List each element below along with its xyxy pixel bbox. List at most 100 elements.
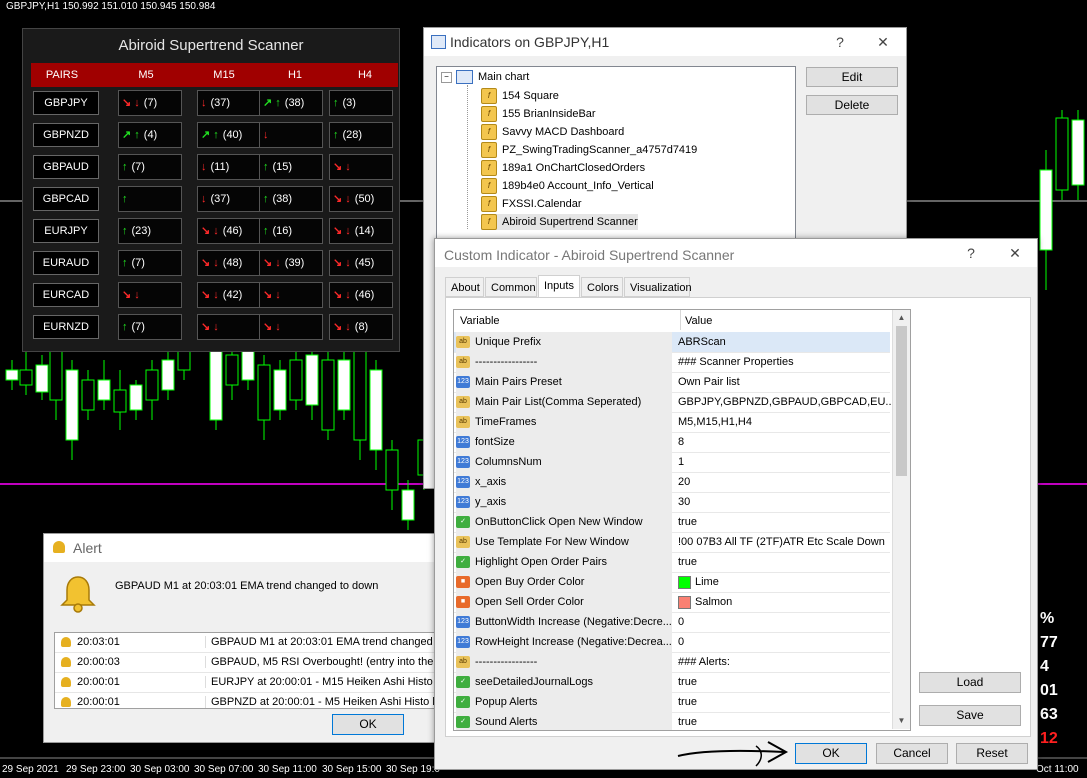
signal-cell[interactable]: ↑ (7) <box>118 314 182 340</box>
input-value[interactable]: true <box>674 552 892 572</box>
input-row[interactable]: ✓ Highlight Open Order Pairs true <box>454 552 890 573</box>
input-value[interactable]: GBPJPY,GBPNZD,GBPAUD,GBPCAD,EU... <box>674 392 892 412</box>
input-value[interactable]: true <box>674 672 892 692</box>
alert-history-row[interactable]: 20:00:01 EURJPY at 20:00:01 - M15 Heiken … <box>55 673 441 693</box>
pair-button-eurcad[interactable]: EURCAD <box>33 283 99 307</box>
signal-cell[interactable]: ↑ (23) <box>118 218 182 244</box>
signal-cell[interactable]: ↓ (37) <box>197 90 261 116</box>
alert-history-row[interactable]: 20:00:01 GBPNZD at 20:00:01 - M5 Heiken A… <box>55 693 441 708</box>
input-value[interactable]: 8 <box>674 432 892 452</box>
input-value[interactable]: !00 07B3 All TF (2TF)ATR Etc Scale Down <box>674 532 892 552</box>
signal-cell[interactable]: ↘ ↓ (48) <box>197 250 261 276</box>
custom-indicator-titlebar[interactable]: Custom Indicator - Abiroid Supertrend Sc… <box>435 239 1037 267</box>
delete-button[interactable]: Delete <box>806 95 898 115</box>
pair-button-gbpcad[interactable]: GBPCAD <box>33 187 99 211</box>
tree-item-indicator[interactable]: f 189b4e0 Account_Info_Vertical <box>481 178 654 194</box>
input-row[interactable]: 123 y_axis 30 <box>454 492 890 513</box>
collapse-icon[interactable]: − <box>441 71 452 83</box>
signal-cell[interactable]: ↗ ↑ (38) <box>259 90 323 116</box>
input-row[interactable]: 123 RowHeight Increase (Negative:Decrea..… <box>454 632 890 653</box>
input-row[interactable]: ✓ Popup Alerts true <box>454 692 890 713</box>
input-value[interactable]: 30 <box>674 492 892 512</box>
save-button[interactable]: Save <box>919 705 1021 726</box>
help-button[interactable]: ? <box>959 243 983 263</box>
signal-cell[interactable]: ↑ (7) <box>118 250 182 276</box>
tree-item-indicator[interactable]: f Savvy MACD Dashboard <box>481 124 624 140</box>
signal-cell[interactable]: ↑ (16) <box>259 218 323 244</box>
pair-button-eurnzd[interactable]: EURNZD <box>33 315 99 339</box>
inputs-grid[interactable]: Variable Value ab Unique Prefix ABRScan ab -… <box>453 309 911 731</box>
input-row[interactable]: ab Use Template For New Window !00 07B3 Al… <box>454 532 890 553</box>
input-row[interactable]: ab ----------------- ### Scanner Propertie… <box>454 352 890 373</box>
signal-cell[interactable]: ↘ ↓ (50) <box>329 186 393 212</box>
input-row[interactable]: ab Main Pair List(Comma Seperated) GBPJPY,… <box>454 392 892 413</box>
help-button[interactable]: ? <box>828 32 852 52</box>
signal-cell[interactable]: ↓ <box>259 122 323 148</box>
signal-cell[interactable]: ↘ ↓ <box>259 282 323 308</box>
tab-visualization[interactable]: Visualization <box>624 277 692 297</box>
tab-common[interactable]: Common <box>485 277 537 297</box>
input-row[interactable]: ■ Open Sell Order Color Salmon <box>454 592 890 613</box>
input-row[interactable]: 123 x_axis 20 <box>454 472 890 493</box>
signal-cell[interactable]: ↑ (15) <box>259 154 323 180</box>
signal-cell[interactable]: ↘ ↓ (42) <box>197 282 261 308</box>
signal-cell[interactable]: ↘ ↓ (46) <box>197 218 261 244</box>
signal-cell[interactable]: ↑ (3) <box>329 90 393 116</box>
tree-item-indicator[interactable]: f PZ_SwingTradingScanner_a4757d7419 <box>481 142 697 158</box>
pair-button-eurjpy[interactable]: EURJPY <box>33 219 99 243</box>
signal-cell[interactable]: ↑ (28) <box>329 122 393 148</box>
tree-item-indicator[interactable]: f FXSSI.Calendar <box>481 196 581 212</box>
input-value[interactable]: 0 <box>674 632 892 652</box>
signal-cell[interactable]: ↓ (37) <box>197 186 261 212</box>
load-button[interactable]: Load <box>919 672 1021 693</box>
scroll-thumb[interactable] <box>896 326 907 476</box>
edit-button[interactable]: Edit <box>806 67 898 87</box>
tab-about[interactable]: About <box>445 277 484 297</box>
close-button[interactable]: ✕ <box>871 32 895 52</box>
tab-colors[interactable]: Colors <box>581 277 623 297</box>
signal-cell[interactable]: ↗ ↑ (40) <box>197 122 261 148</box>
indicators-titlebar[interactable]: Indicators on GBPJPY,H1 ? ✕ <box>424 28 906 56</box>
signal-cell[interactable]: ↘ ↓ (45) <box>329 250 393 276</box>
signal-cell[interactable]: ↘ ↓ (7) <box>118 90 182 116</box>
reset-button[interactable]: Reset <box>956 743 1028 764</box>
signal-cell[interactable]: ↘ ↓ (39) <box>259 250 323 276</box>
signal-cell[interactable]: ↓ (11) <box>197 154 261 180</box>
alert-history-row[interactable]: 20:03:01 GBPAUD M1 at 20:03:01 EMA trend … <box>55 633 441 653</box>
pair-button-gbpnzd[interactable]: GBPNZD <box>33 123 99 147</box>
input-row[interactable]: ✓ seeDetailedJournalLogs true <box>454 672 890 693</box>
alert-history-row[interactable]: 20:00:03 GBPAUD, M5 RSI Overbought! (entr… <box>55 653 441 673</box>
input-row[interactable]: 123 Main Pairs Preset Own Pair list <box>454 372 890 393</box>
alert-ok-button[interactable]: OK <box>332 714 404 735</box>
input-value[interactable]: 20 <box>674 472 892 492</box>
input-value[interactable]: 1 <box>674 452 892 472</box>
signal-cell[interactable]: ↑ <box>118 186 182 212</box>
pair-button-gbpjpy[interactable]: GBPJPY <box>33 91 99 115</box>
input-row[interactable]: ✓ OnButtonClick Open New Window true <box>454 512 890 533</box>
tab-inputs[interactable]: Inputs <box>538 275 580 298</box>
tree-item-indicator[interactable]: f 155 BrianInsideBar <box>481 106 596 122</box>
signal-cell[interactable]: ↘ ↓ <box>197 314 261 340</box>
signal-cell[interactable]: ↗ ↑ (4) <box>118 122 182 148</box>
tree-item-indicator[interactable]: f 154 Square <box>481 88 559 104</box>
input-row[interactable]: ab ----------------- ### Alerts: <box>454 652 890 673</box>
input-row[interactable]: ab Unique Prefix ABRScan <box>454 332 890 353</box>
tree-item-indicator[interactable]: f 189a1 OnChartClosedOrders <box>481 160 645 176</box>
input-value[interactable]: M5,M15,H1,H4 <box>674 412 892 432</box>
input-row[interactable]: ■ Open Buy Order Color Lime <box>454 572 890 593</box>
input-value[interactable]: true <box>674 512 892 532</box>
signal-cell[interactable]: ↘ ↓ <box>329 154 393 180</box>
input-value[interactable]: 0 <box>674 612 892 632</box>
grid-scrollbar[interactable]: ▲ ▼ <box>892 310 910 729</box>
scroll-up-icon[interactable]: ▲ <box>893 310 910 326</box>
signal-cell[interactable]: ↘ ↓ (46) <box>329 282 393 308</box>
input-value[interactable]: ABRScan <box>674 332 892 352</box>
pair-button-gbpaud[interactable]: GBPAUD <box>33 155 99 179</box>
input-value[interactable]: true <box>674 692 892 712</box>
input-row[interactable]: 123 ColumnsNum 1 <box>454 452 890 473</box>
scroll-down-icon[interactable]: ▼ <box>893 713 910 729</box>
input-row[interactable]: 123 fontSize 8 <box>454 432 890 453</box>
close-button[interactable]: ✕ <box>1003 243 1027 263</box>
signal-cell[interactable]: ↑ (38) <box>259 186 323 212</box>
tree-root[interactable]: − Main chart <box>441 70 529 84</box>
